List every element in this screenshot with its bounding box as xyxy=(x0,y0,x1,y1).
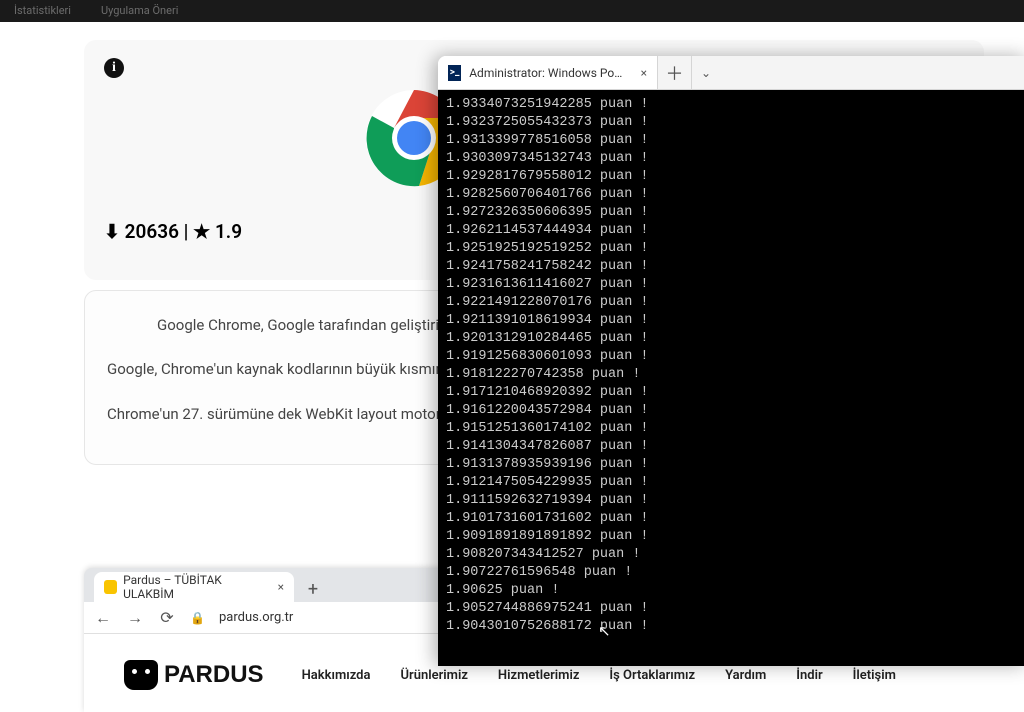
nav-link[interactable]: Ürünlerimiz xyxy=(401,668,468,683)
nav-link[interactable]: İş Ortaklarımız xyxy=(609,668,695,683)
download-icon: ⬇ xyxy=(104,220,120,243)
browser-tab[interactable]: Pardus – TÜBİTAK ULAKBİM × xyxy=(94,572,294,602)
pardus-head-icon xyxy=(124,660,158,690)
app-top-strip: İstatistikleri Uygulama Öneri xyxy=(0,0,1024,22)
nav-link[interactable]: İletişim xyxy=(853,668,896,683)
pardus-wordmark: PARDUS xyxy=(164,661,264,689)
new-terminal-tab-button[interactable]: ＋ xyxy=(658,56,692,89)
terminal-titlebar: >_ Administrator: Windows PowerShell × ＋… xyxy=(438,56,1024,90)
nav-link[interactable]: Hakkımızda xyxy=(302,668,371,683)
nav-link[interactable]: Hizmetlerimiz xyxy=(498,668,580,683)
top-strip-text: İstatistikleri xyxy=(14,4,71,18)
windows-terminal-window: >_ Administrator: Windows PowerShell × ＋… xyxy=(438,56,1024,666)
pardus-logo[interactable]: PARDUS xyxy=(124,660,264,690)
favicon-icon xyxy=(104,580,117,594)
terminal-tab-title: Administrator: Windows PowerShell xyxy=(469,66,626,80)
close-icon[interactable]: × xyxy=(641,66,647,80)
terminal-output[interactable]: 1.9334073251942285 puan ! 1.932372505543… xyxy=(438,90,1024,666)
star-icon: ★ xyxy=(193,220,210,243)
nav-link[interactable]: Yardım xyxy=(725,668,766,683)
reload-icon[interactable]: ⟳ xyxy=(158,608,176,627)
site-nav: Hakkımızda Ürünlerimiz Hizmetlerimiz İş Ort… xyxy=(302,668,896,683)
close-icon[interactable]: × xyxy=(278,580,284,594)
back-icon[interactable]: ← xyxy=(94,608,112,628)
download-count: 20636 xyxy=(125,220,179,243)
rating-value: 1.9 xyxy=(215,220,242,243)
new-tab-button[interactable]: + xyxy=(300,576,326,602)
tab-title: Pardus – TÜBİTAK ULAKBİM xyxy=(123,573,266,601)
info-icon[interactable]: i xyxy=(104,58,124,78)
top-strip-text: Uygulama Öneri xyxy=(101,4,178,18)
chevron-down-icon[interactable]: ⌄ xyxy=(692,56,720,89)
lock-icon: 🔒 xyxy=(190,611,205,625)
terminal-tab[interactable]: >_ Administrator: Windows PowerShell × xyxy=(438,56,658,89)
powershell-icon: >_ xyxy=(448,65,461,81)
forward-icon[interactable]: → xyxy=(126,608,144,628)
nav-link[interactable]: İndir xyxy=(796,668,822,683)
